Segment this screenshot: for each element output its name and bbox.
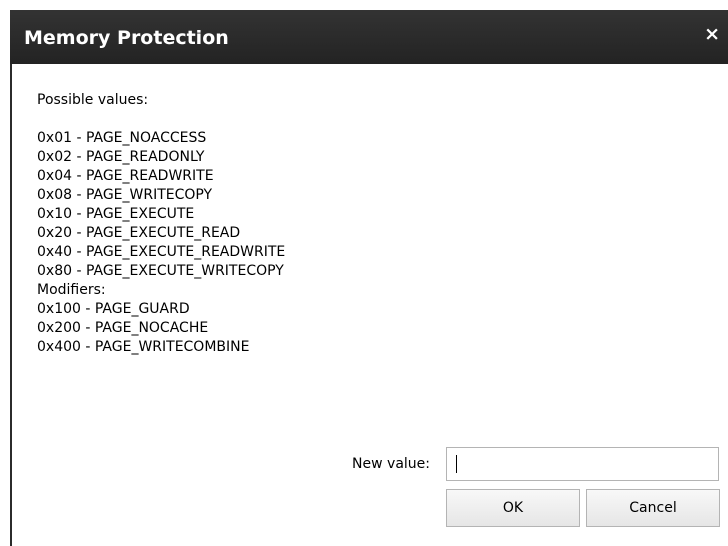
list-item: 0x08 - PAGE_WRITECOPY	[37, 187, 213, 203]
list-item: 0x200 - PAGE_NOCACHE	[37, 320, 209, 336]
protection-values-list: 0x01 - PAGE_NOACCESS 0x02 - PAGE_READONL…	[37, 129, 285, 357]
possible-values-heading: Possible values:	[37, 92, 149, 108]
list-item: 0x400 - PAGE_WRITECOMBINE	[37, 339, 250, 355]
list-item: 0x40 - PAGE_EXECUTE_READWRITE	[37, 244, 286, 260]
dialog-title: Memory Protection	[24, 27, 229, 49]
ok-button[interactable]: OK	[446, 489, 580, 527]
list-item: 0x10 - PAGE_EXECUTE	[37, 206, 195, 222]
list-item: 0x04 - PAGE_READWRITE	[37, 168, 214, 184]
memory-protection-dialog: Memory Protection × Possible values: 0x0…	[0, 0, 728, 546]
list-item: 0x80 - PAGE_EXECUTE_WRITECOPY	[37, 263, 284, 279]
modifiers-heading: Modifiers:	[37, 282, 106, 298]
dialog-titlebar: Memory Protection ×	[10, 10, 728, 64]
list-item: 0x01 - PAGE_NOACCESS	[37, 130, 207, 146]
close-icon[interactable]: ×	[704, 24, 720, 44]
cancel-button[interactable]: Cancel	[586, 489, 720, 527]
new-value-label: New value:	[352, 456, 430, 472]
list-item: 0x100 - PAGE_GUARD	[37, 301, 190, 317]
list-item: 0x20 - PAGE_EXECUTE_READ	[37, 225, 241, 241]
list-item: 0x02 - PAGE_READONLY	[37, 149, 205, 165]
new-value-input[interactable]	[446, 447, 719, 481]
text-caret	[456, 455, 457, 473]
